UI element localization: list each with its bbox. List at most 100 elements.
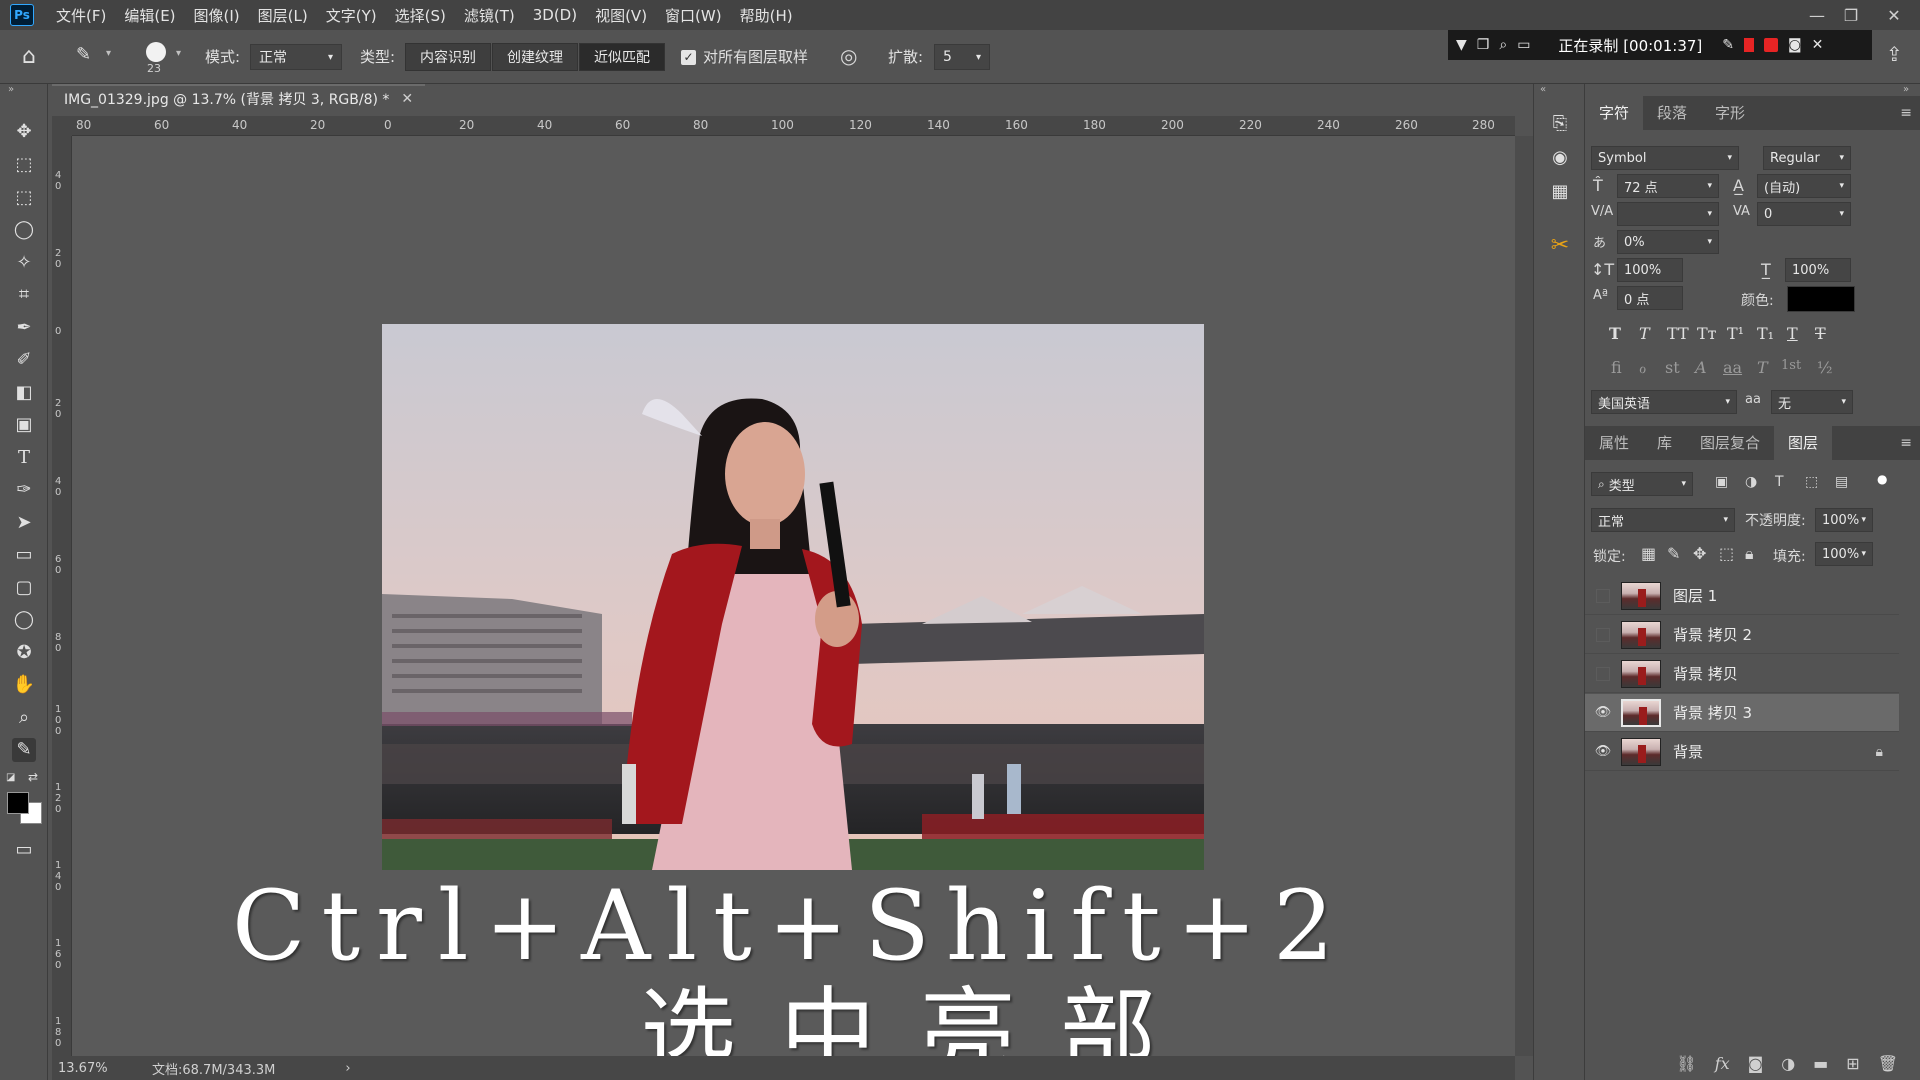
move-tool-icon[interactable]: ✥ (12, 120, 36, 144)
type-tool-icon[interactable]: T (12, 446, 36, 470)
path-selection-tool-icon[interactable]: ➤ (12, 511, 36, 535)
close-recording-icon[interactable]: ✕ (1812, 37, 1824, 53)
hand-tool-icon[interactable]: ✋ (12, 673, 36, 697)
zoom-level[interactable]: 13.67% (58, 1061, 148, 1076)
custom-shape-tool-icon[interactable]: ✪ (12, 641, 36, 665)
filter-adjustment-icon[interactable]: ◑ (1745, 474, 1757, 490)
lock-transparency-icon[interactable]: ▦ (1641, 544, 1656, 563)
subscript-button[interactable]: T₁ (1757, 324, 1774, 343)
grid-panel-icon[interactable]: ▦ (1548, 180, 1572, 204)
history-panel-icon[interactable]: ⎘ (1548, 112, 1572, 136)
region-icon[interactable]: ▭ (1517, 37, 1530, 53)
filter-smart-object-icon[interactable]: ▤ (1835, 474, 1848, 490)
panel-menu-icon[interactable]: ≡ (1900, 96, 1912, 130)
document-image[interactable] (382, 324, 1204, 870)
lasso-tool-icon[interactable]: ◯ (12, 218, 36, 242)
baseline-shift-input[interactable]: 0 点 (1617, 286, 1683, 310)
all-caps-button[interactable]: TT (1667, 324, 1689, 343)
superscript-button[interactable]: T¹ (1727, 324, 1744, 343)
marquee-tool-icon[interactable]: ⬚ (12, 186, 36, 210)
antialias-select[interactable]: 无 ▾ (1771, 390, 1853, 414)
link-layers-icon[interactable]: ⛓ (1676, 1054, 1696, 1073)
menu-3d[interactable]: 3D(D) (533, 6, 577, 24)
restore-icon[interactable]: ❐ (1834, 6, 1868, 25)
tab-layers[interactable]: 图层 (1774, 426, 1833, 460)
screen-mode-icon[interactable]: ▭ (12, 838, 36, 862)
3d-panel-icon[interactable]: ◉ (1548, 146, 1572, 170)
small-caps-button[interactable]: Tт (1697, 324, 1717, 343)
layer-row[interactable]: 图层 1 (1585, 577, 1899, 615)
eye-icon[interactable]: 👁︎ (1585, 744, 1621, 759)
crop-tool-icon[interactable]: ⌗ (12, 283, 36, 307)
layer-row[interactable]: 背景 拷贝 (1585, 655, 1899, 693)
titling-button[interactable]: T (1757, 358, 1768, 377)
layer-row[interactable]: 背景 拷贝 2 (1585, 616, 1899, 654)
lock-position-icon[interactable]: ✥ (1693, 544, 1706, 563)
proximity-match-button[interactable]: 近似匹配 (579, 43, 665, 71)
collapse-icon[interactable]: » (8, 84, 14, 95)
close-icon[interactable]: ✕ (1868, 6, 1920, 25)
menu-file[interactable]: 文件(F) (56, 5, 106, 26)
layer-row-selected[interactable]: 👁︎ 背景 拷贝 3 (1585, 694, 1899, 732)
menu-view[interactable]: 视图(V) (595, 5, 647, 26)
rectangle-tool-icon[interactable]: ▭ (12, 543, 36, 567)
status-menu-chevron-icon[interactable]: › (345, 1061, 350, 1076)
spot-healing-tool-icon[interactable]: ✎ (76, 44, 91, 65)
eye-icon[interactable]: 👁︎ (1585, 705, 1621, 720)
spot-healing-brush-icon[interactable]: ✎ (12, 738, 36, 762)
stylistic-alternates-button[interactable]: aa (1723, 358, 1742, 377)
foreground-color-swatch[interactable] (7, 792, 29, 814)
zoom-icon[interactable]: ⌕ (1499, 37, 1507, 53)
minimize-icon[interactable]: — (1800, 6, 1834, 25)
menu-select[interactable]: 选择(S) (395, 5, 446, 26)
blend-mode-select[interactable]: 正常 ▾ (1591, 508, 1735, 532)
font-style-select[interactable]: Regular ▾ (1763, 146, 1851, 170)
brush-tool-icon[interactable]: ✐ (12, 348, 36, 372)
font-family-select[interactable]: Symbol ▾ (1591, 146, 1739, 170)
horizontal-scale-input[interactable]: 100% (1785, 258, 1851, 282)
tab-character[interactable]: 字符 (1585, 96, 1644, 130)
strikethrough-button[interactable]: T (1815, 324, 1826, 343)
dropdown-icon[interactable]: ▼ (1456, 37, 1467, 53)
tab-layer-comps[interactable]: 图层复合 (1686, 426, 1774, 460)
add-mask-icon[interactable]: ◙ (1748, 1054, 1764, 1073)
tab-libraries[interactable]: 库 (1643, 426, 1686, 460)
tools-panel-icon[interactable]: ✂ (1548, 234, 1572, 258)
rounded-rectangle-tool-icon[interactable]: ▢ (12, 576, 36, 600)
eyedropper-tool-icon[interactable]: ✒ (12, 316, 36, 340)
lock-all-icon[interactable]: 🔒︎ (1745, 544, 1754, 564)
new-group-icon[interactable]: ▬ (1813, 1054, 1828, 1073)
opacity-input[interactable]: 100% ▾ (1815, 508, 1873, 532)
menu-edit[interactable]: 编辑(E) (124, 5, 175, 26)
gradient-tool-icon[interactable]: ▣ (12, 413, 36, 437)
menu-layer[interactable]: 图层(L) (258, 5, 308, 26)
content-aware-button[interactable]: 内容识别 (405, 43, 491, 71)
panel-menu-icon[interactable]: ≡ (1900, 426, 1912, 460)
layer-row[interactable]: 👁︎ 背景 🔒︎ (1585, 733, 1899, 771)
lock-artboard-icon[interactable]: ⬚ (1719, 544, 1734, 563)
trash-icon[interactable]: 🗑︎ (1878, 1054, 1898, 1073)
pen-tool-icon[interactable]: ✑ (12, 478, 36, 502)
collapse-icon[interactable]: « (1540, 84, 1546, 95)
tsume-input[interactable]: 0% ▾ (1617, 230, 1719, 254)
magic-wand-tool-icon[interactable]: ✧ (12, 251, 36, 275)
brush-preview-icon[interactable] (146, 42, 166, 62)
ligature-button[interactable]: fi (1611, 358, 1622, 377)
diffusion-input[interactable]: 5 ▾ (934, 44, 990, 70)
default-colors-icon[interactable]: ◪ (6, 772, 15, 783)
collapse-icon[interactable]: » (1903, 84, 1909, 95)
vertical-scrollbar[interactable] (1515, 136, 1533, 1056)
discretionary-ligature-button[interactable]: st (1665, 358, 1680, 377)
mode-select[interactable]: 正常 ▾ (250, 44, 342, 70)
menu-filter[interactable]: 滤镜(T) (464, 5, 515, 26)
menu-type[interactable]: 文字(Y) (326, 5, 377, 26)
kerning-input[interactable]: ▾ (1617, 202, 1719, 226)
brush-chevron-icon[interactable]: ▾ (176, 48, 181, 59)
create-texture-button[interactable]: 创建纹理 (492, 43, 578, 71)
underline-button[interactable]: T (1787, 324, 1798, 343)
layer-style-icon[interactable]: fx (1715, 1054, 1730, 1073)
tab-glyphs[interactable]: 字形 (1701, 96, 1759, 130)
vertical-scale-input[interactable]: 100% (1617, 258, 1683, 282)
tab-paragraph[interactable]: 段落 (1643, 96, 1701, 130)
window-icon[interactable]: ❐ (1477, 37, 1490, 53)
